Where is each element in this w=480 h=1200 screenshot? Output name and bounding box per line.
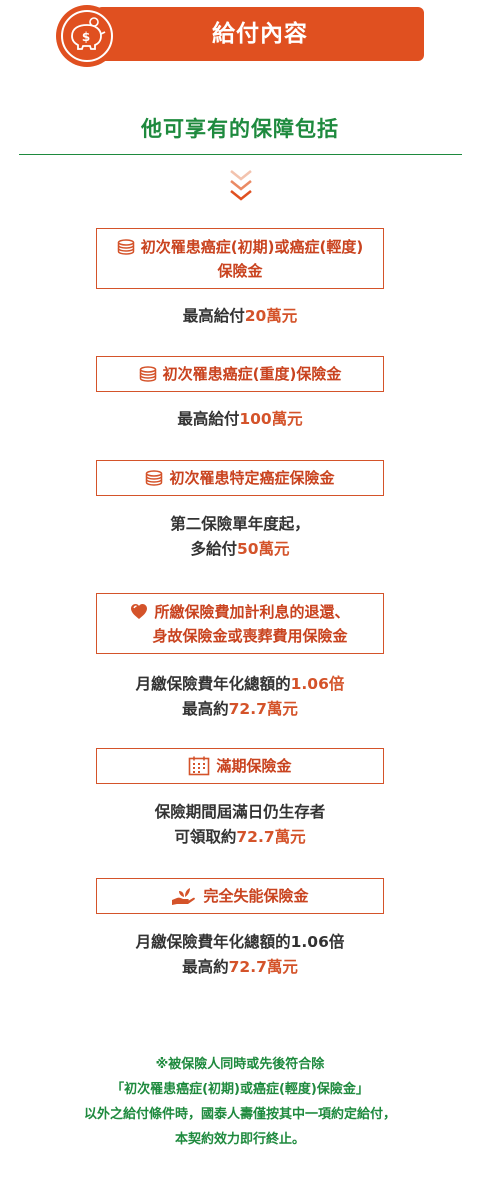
- divider: [19, 154, 462, 155]
- svg-text:$: $: [82, 30, 90, 44]
- benefit-title: 完全失能保險金: [203, 887, 309, 905]
- benefit-title-box: 完全失能保險金: [96, 878, 384, 914]
- benefit-title: 初次罹患癌症(初期)或癌症(輕度): [140, 237, 364, 256]
- benefit-title-box: 初次罹患癌症(重度)保險金: [96, 356, 384, 392]
- section-subtitle: 他可享有的保障包括: [141, 117, 339, 141]
- coin-stack-icon: [139, 366, 156, 382]
- heart-icon: [131, 604, 148, 620]
- benefit-title-box: 初次罹患癌症(初期)或癌症(輕度) 保險金: [96, 228, 384, 289]
- benefit-amount: 72.7萬元: [228, 700, 298, 718]
- benefit-amount: 1.06倍: [290, 675, 345, 693]
- benefit-amount: 20萬元: [244, 307, 298, 325]
- benefit-title-box: 所繳保險費加計利息的退還、 身故保險金或喪葬費用保險金: [96, 593, 384, 654]
- benefit-title-box: 初次罹患特定癌症保險金: [96, 460, 384, 496]
- footnote: ※被保險人同時或先後符合除 「初次罹患癌症(初期)或癌症(輕度)保險金」 以外之…: [83, 1057, 396, 1147]
- header-badge: $: [56, 5, 118, 67]
- benefit-title: 滿期保險金: [216, 757, 292, 775]
- chevron-down-icon: [230, 170, 252, 201]
- hand-sprout-icon: [172, 888, 196, 905]
- benefit-title: 初次罹患特定癌症保險金: [169, 469, 335, 487]
- coin-stack-icon: [117, 239, 135, 255]
- benefit-description: 月繳保險費年化總額的1.06倍 最高約72.7萬元: [135, 675, 345, 718]
- benefit-amount: 72.7萬元: [228, 958, 298, 976]
- benefit-amount: 72.7萬元: [236, 828, 306, 846]
- benefit-description: 最高給付20萬元: [182, 307, 298, 325]
- section-header: 給付內容 $: [56, 5, 426, 67]
- benefit-description: 保險期間屆滿日仍生存者 可領取約72.7萬元: [154, 803, 326, 846]
- benefit-description: 第二保險單年度起， 多給付50萬元: [170, 515, 310, 558]
- calendar-icon: [189, 756, 210, 776]
- benefit-description: 月繳保險費年化總額的1.06倍 最高約72.7萬元: [135, 933, 345, 976]
- benefit-title-box: 滿期保險金: [96, 748, 384, 784]
- benefit-description: 最高給付100萬元: [177, 410, 303, 428]
- header-title: 給付內容: [212, 21, 308, 47]
- benefit-title-line2: 身故保險金或喪葬費用保險金: [152, 626, 348, 645]
- benefit-title: 所繳保險費加計利息的退還、: [154, 602, 350, 621]
- benefit-amount: 50萬元: [236, 540, 290, 558]
- piggy-bank-icon: $: [71, 17, 106, 50]
- benefit-title: 初次罹患癌症(重度)保險金: [162, 365, 342, 383]
- coin-stack-icon: [146, 470, 163, 486]
- benefit-amount: 100萬元: [239, 410, 303, 428]
- benefit-title-line2: 保險金: [217, 261, 263, 280]
